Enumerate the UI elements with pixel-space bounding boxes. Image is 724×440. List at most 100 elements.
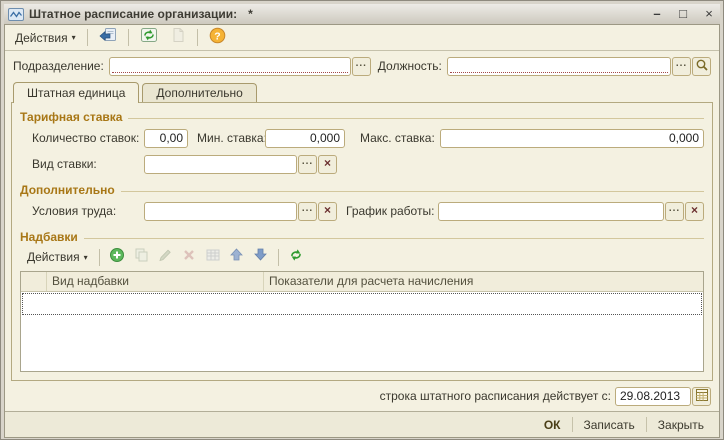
- group-divider: [128, 118, 704, 119]
- write-record-button[interactable]: Записать: [573, 415, 646, 435]
- effective-date-row: строка штатного расписания действует с: …: [5, 381, 719, 411]
- toolbar-separator: [128, 29, 129, 46]
- tariff-group-title: Тарифная ставка: [20, 110, 122, 124]
- work-conditions-clear-button[interactable]: ×: [318, 202, 337, 221]
- column-header-calc-indicators[interactable]: Показатели для расчета начисления: [264, 272, 703, 291]
- add-row-button[interactable]: [106, 247, 128, 267]
- min-rate-label: Мин. ставка:: [197, 131, 265, 145]
- help-icon: ?: [209, 27, 226, 49]
- arrow-down-icon: [253, 247, 268, 267]
- position-search-button[interactable]: [692, 57, 711, 76]
- tariff-row-1: Количество ставок: 0,00 Мин. ставка: 0,0…: [20, 125, 704, 151]
- document-icon: [170, 27, 186, 48]
- additional-row: Условия труда: ... × График работы: ... …: [20, 198, 704, 224]
- position-label: Должность:: [378, 59, 442, 73]
- close-button[interactable]: ×: [702, 7, 716, 21]
- end-edit-button[interactable]: [202, 247, 224, 267]
- clear-icon: ×: [324, 205, 331, 215]
- work-schedule-clear-button[interactable]: ×: [685, 202, 704, 221]
- max-rate-label: Макс. ставка:: [360, 131, 440, 145]
- ok-button[interactable]: ОК: [533, 415, 572, 435]
- actions-menu-button[interactable]: Действия ▾: [10, 27, 81, 48]
- work-conditions-select-button[interactable]: ...: [298, 202, 317, 221]
- allowances-table-header: Вид надбавки Показатели для расчета начи…: [21, 272, 703, 292]
- refresh-icon: [140, 27, 158, 48]
- add-icon: [109, 247, 125, 268]
- minimize-button[interactable]: –: [650, 7, 664, 21]
- document-button-disabled[interactable]: [165, 27, 191, 48]
- effective-date-input[interactable]: 29.08.2013: [615, 387, 691, 406]
- max-rate-input[interactable]: 0,000: [440, 129, 704, 148]
- additional-group-header: Дополнительно: [20, 181, 704, 198]
- position-input[interactable]: [447, 57, 671, 76]
- delete-row-button[interactable]: [178, 247, 200, 267]
- bottom-button-bar: ОК Записать Закрыть: [5, 411, 719, 437]
- tab-staff-unit[interactable]: Штатная единица: [13, 82, 139, 103]
- delete-icon: [182, 248, 196, 267]
- move-down-button[interactable]: [250, 247, 272, 267]
- help-button[interactable]: ?: [204, 27, 231, 48]
- refresh-button[interactable]: [135, 27, 163, 48]
- tariff-group-header: Тарифная ставка: [20, 108, 704, 125]
- tab-page-panel: Тарифная ставка Количество ставок: 0,00 …: [11, 102, 713, 381]
- write-icon: [99, 27, 117, 48]
- additional-group-title: Дополнительно: [20, 183, 115, 197]
- allowances-actions-menu-button[interactable]: Действия ▾: [22, 247, 93, 268]
- refresh-table-button[interactable]: [285, 247, 307, 267]
- calendar-button[interactable]: [692, 387, 711, 406]
- allowances-group-header: Надбавки: [20, 228, 704, 245]
- tab-strip: Штатная единица Дополнительно: [11, 81, 713, 102]
- close-form-button[interactable]: Закрыть: [647, 415, 715, 435]
- copy-row-button[interactable]: [130, 247, 152, 267]
- grid-icon: [205, 247, 221, 268]
- clear-icon: ×: [691, 205, 698, 215]
- magnifier-icon: [695, 58, 709, 75]
- main-toolbar: Действия ▾: [5, 25, 719, 51]
- move-up-button[interactable]: [226, 247, 248, 267]
- clear-icon: ×: [324, 158, 331, 168]
- allowances-group-title: Надбавки: [20, 230, 78, 244]
- header-fields-row: Подразделение: ... Должность: ...: [5, 51, 719, 81]
- group-divider: [121, 191, 704, 192]
- work-schedule-select-button[interactable]: ...: [665, 202, 684, 221]
- rate-kind-label: Вид ставки:: [32, 157, 144, 171]
- rate-kind-select-button[interactable]: ...: [298, 155, 317, 174]
- department-select-button[interactable]: ...: [352, 57, 371, 76]
- tab-additional[interactable]: Дополнительно: [142, 83, 256, 102]
- arrow-up-icon: [229, 247, 244, 267]
- edit-row-button[interactable]: [154, 247, 176, 267]
- table-row[interactable]: [22, 293, 702, 315]
- ellipsis-icon: ...: [302, 157, 313, 167]
- rate-kind-clear-button[interactable]: ×: [318, 155, 337, 174]
- column-header-marker: [21, 272, 47, 291]
- rate-kind-input[interactable]: [144, 155, 297, 174]
- min-rate-input[interactable]: 0,000: [265, 129, 345, 148]
- window-controls: – □ ×: [650, 7, 716, 21]
- pencil-icon: [157, 247, 173, 268]
- department-input[interactable]: [109, 57, 351, 76]
- ellipsis-icon: ...: [676, 59, 687, 69]
- rate-count-input[interactable]: 0,00: [144, 129, 188, 148]
- group-divider: [84, 238, 704, 239]
- chevron-down-icon: ▾: [72, 33, 76, 42]
- effective-date-label: строка штатного расписания действует с:: [380, 389, 611, 403]
- allowances-toolbar: Действия ▾: [20, 245, 704, 269]
- copy-icon: [133, 247, 149, 268]
- allowances-table-body[interactable]: [21, 292, 703, 371]
- window-title: Штатное расписание организации:: [29, 7, 237, 21]
- titlebar[interactable]: Штатное расписание организации: * – □ ×: [4, 4, 720, 24]
- calendar-icon: [695, 388, 709, 405]
- svg-text:?: ?: [214, 30, 220, 42]
- maximize-button[interactable]: □: [676, 7, 690, 21]
- rate-count-label: Количество ставок:: [32, 131, 144, 145]
- column-header-allowance-kind[interactable]: Вид надбавки: [47, 272, 264, 291]
- work-schedule-input[interactable]: [438, 202, 664, 221]
- write-button[interactable]: [94, 27, 122, 48]
- form-client-area: Действия ▾: [4, 24, 720, 438]
- ellipsis-icon: ...: [669, 204, 680, 214]
- tariff-row-2: Вид ставки: ... ×: [20, 151, 704, 177]
- position-select-button[interactable]: ...: [672, 57, 691, 76]
- work-schedule-label: График работы:: [346, 204, 434, 218]
- app-window: Штатное расписание организации: * – □ × …: [0, 0, 724, 440]
- work-conditions-input[interactable]: [144, 202, 297, 221]
